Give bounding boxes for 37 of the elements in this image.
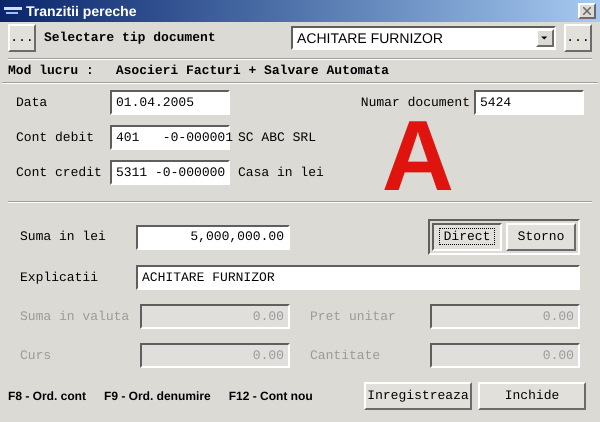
field-label: Suma in valuta	[20, 308, 130, 326]
field-label: Cont credit	[16, 164, 103, 182]
close-icon	[583, 7, 591, 15]
shortcut-hint: F12 - Cont nou	[228, 388, 313, 405]
field-label: Numar document	[360, 94, 470, 112]
input-field[interactable]: 5,000,000.00	[136, 224, 290, 250]
field-label: Selectare tip document	[44, 29, 217, 48]
close-dialog-button[interactable]: Inchide	[478, 382, 586, 410]
field-label: Suma in lei	[20, 228, 107, 246]
save-button[interactable]: Inregistreaza	[364, 382, 472, 410]
document-type-dropdown[interactable]: ACHITARE FURNIZOR	[291, 26, 556, 50]
app-icon	[4, 5, 22, 17]
input-field[interactable]: 01.04.2005	[110, 90, 230, 115]
browse-button[interactable]: ...	[564, 24, 592, 52]
close-button[interactable]	[578, 3, 596, 19]
input-field[interactable]: 5311 -0-000000	[110, 160, 230, 185]
account-name: SC ABC SRL	[238, 128, 316, 147]
window-title: Tranzitii pereche	[26, 2, 138, 21]
field-label: Cont debit	[16, 128, 96, 147]
direction-toggle[interactable]: Direct	[432, 223, 502, 251]
field-label: Mod lucru :	[8, 62, 94, 80]
field-label: Asocieri Facturi + Salvare Automata	[116, 62, 389, 80]
caret-icon	[536, 29, 554, 47]
account-name: Casa in lei	[238, 164, 324, 182]
shortcut-hint: F8 - Ord. cont	[8, 388, 86, 405]
browse-button[interactable]: ...	[8, 24, 36, 52]
input-field[interactable]: 401 -0-000001	[110, 125, 230, 150]
field-label: Cantitate	[310, 346, 382, 365]
input-field[interactable]: 5424	[474, 90, 584, 115]
direction-toggle[interactable]: Storno	[506, 223, 576, 251]
field-label: Curs	[20, 346, 52, 365]
field-label: Pret unitar	[310, 308, 397, 326]
input-field[interactable]: ACHITARE FURNIZOR	[136, 265, 580, 290]
shortcut-hint: F9 - Ord. denumire	[104, 388, 211, 405]
field-label: Explicatii	[20, 268, 100, 287]
marker-letter: A	[382, 111, 454, 201]
field-label: Data	[16, 94, 48, 112]
